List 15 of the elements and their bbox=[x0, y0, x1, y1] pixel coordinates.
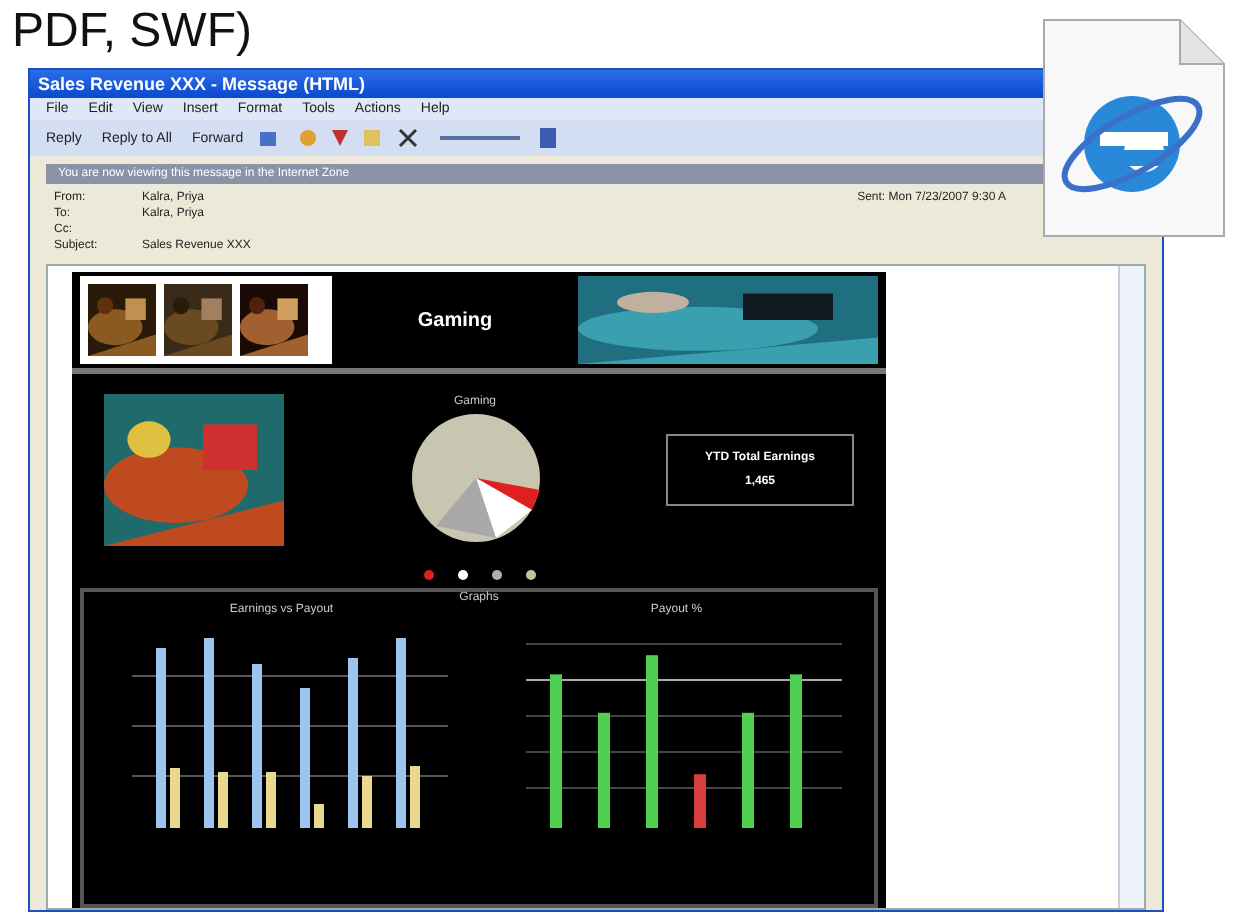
chart-bar bbox=[409, 766, 420, 828]
caption-text: PDF, SWF) bbox=[10, 4, 252, 62]
chart-bar bbox=[217, 772, 228, 828]
chart-bar bbox=[742, 712, 755, 828]
chart-bar bbox=[694, 774, 707, 828]
chart-bar bbox=[169, 768, 180, 828]
chart-bar bbox=[299, 688, 310, 828]
chart-bar bbox=[598, 712, 611, 828]
banner-title: Gaming bbox=[415, 309, 495, 331]
chart-bar bbox=[313, 804, 324, 828]
chart-bar bbox=[361, 776, 372, 828]
pie-chart-drawing bbox=[409, 412, 541, 544]
toolbar-icons-drawing[interactable] bbox=[259, 128, 560, 148]
chart-bar bbox=[265, 772, 276, 828]
scrollbar[interactable] bbox=[1118, 266, 1144, 908]
